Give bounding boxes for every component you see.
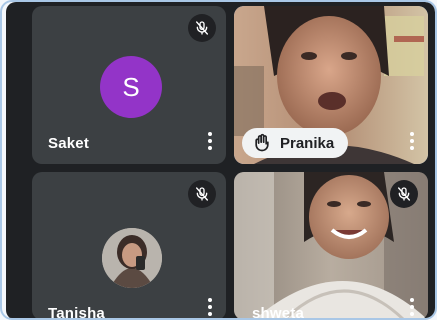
participant-tile-pranika[interactable]: Pranika	[234, 6, 428, 164]
participant-tile-tanisha[interactable]: Tanisha	[32, 172, 226, 320]
participant-name: Tanisha	[48, 305, 105, 320]
mic-off-icon	[390, 180, 418, 208]
meeting-window: S Saket Pranika Tanisha shweta	[0, 0, 437, 320]
mic-off-icon	[188, 180, 216, 208]
more-options-icon[interactable]	[404, 130, 420, 152]
participant-name: Saket	[48, 135, 90, 152]
avatar	[102, 228, 162, 288]
participant-name: Pranika	[280, 134, 335, 152]
more-options-icon[interactable]	[404, 296, 420, 318]
more-options-icon[interactable]	[202, 130, 218, 152]
more-options-icon[interactable]	[202, 296, 218, 318]
raised-hand-icon	[255, 133, 269, 152]
video-grid: S Saket Pranika Tanisha shweta	[6, 2, 435, 320]
participant-tile-shweta[interactable]: shweta	[234, 172, 428, 320]
raised-hand-badge: Pranika	[242, 128, 349, 158]
participant-name: shweta	[252, 305, 305, 320]
participant-tile-saket[interactable]: S Saket	[32, 6, 226, 164]
avatar: S	[100, 56, 162, 118]
mic-off-icon	[188, 14, 216, 42]
